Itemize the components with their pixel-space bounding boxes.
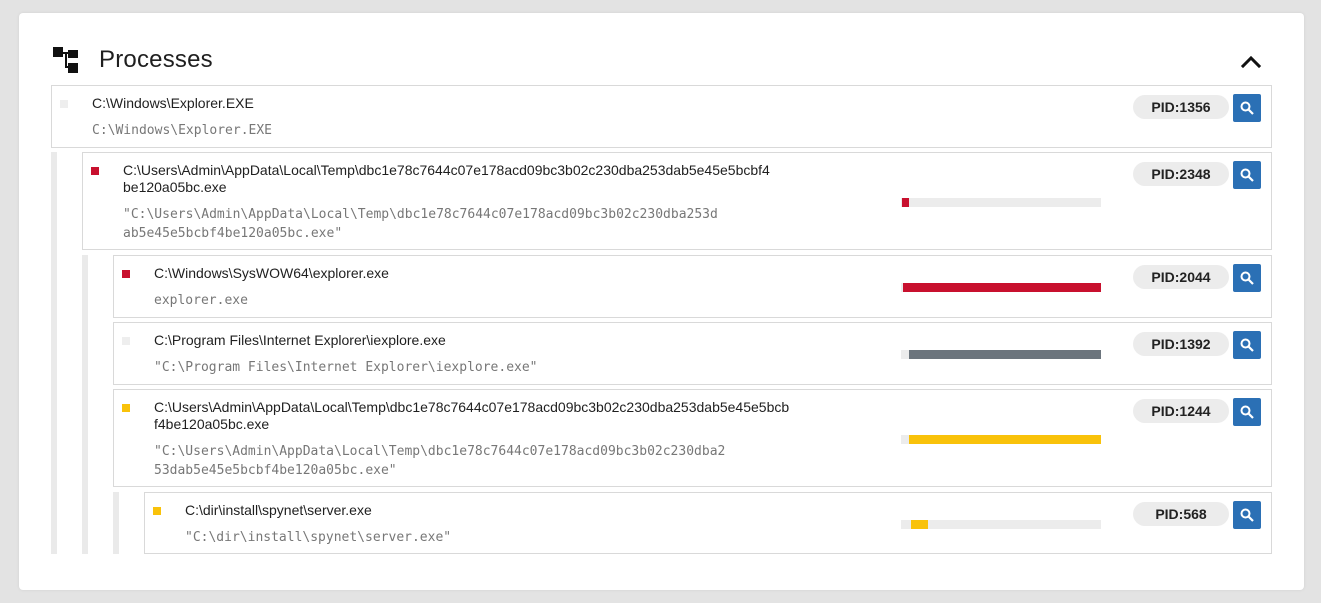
pid-badge: PID:1392 (1133, 332, 1229, 356)
tree-guide (51, 152, 57, 554)
usage-bar-fill (909, 350, 1101, 359)
process-row[interactable]: C:\Windows\SysWOW64\explorer.exe explore… (113, 255, 1272, 318)
process-command: explorer.exe (154, 293, 248, 308)
process-tree-icon (53, 47, 78, 73)
process-path: C:\Users\Admin\AppData\Local\Temp\dbc1e7… (154, 399, 790, 432)
process-command: C:\Windows\Explorer.EXE (92, 123, 273, 138)
usage-bar-fill (903, 283, 1101, 292)
search-button[interactable] (1233, 264, 1261, 292)
search-icon (1240, 405, 1254, 419)
process-command: "C:\Users\Admin\AppData\Local\Temp\dbc1e… (154, 444, 726, 478)
search-icon (1240, 338, 1254, 352)
usage-bar-fill (902, 198, 909, 207)
usage-bar (901, 198, 1101, 207)
process-path: C:\Windows\Explorer.EXE (92, 95, 254, 111)
status-indicator (122, 270, 130, 278)
usage-bar (901, 283, 1101, 292)
process-row[interactable]: C:\dir\install\spynet\server.exe "C:\dir… (144, 492, 1272, 554)
pid-badge: PID:2044 (1133, 265, 1229, 289)
process-row[interactable]: C:\Users\Admin\AppData\Local\Temp\dbc1e7… (82, 152, 1272, 250)
search-icon (1240, 168, 1254, 182)
usage-bar (901, 435, 1101, 444)
tree-guide (113, 492, 119, 554)
process-row[interactable]: C:\Program Files\Internet Explorer\iexpl… (113, 322, 1272, 385)
processes-card: Processes C:\Windows\Explorer.EXE C:\Win… (19, 13, 1304, 590)
usage-bar-fill (911, 520, 928, 529)
search-icon (1240, 271, 1254, 285)
search-button[interactable] (1233, 94, 1261, 122)
usage-bar-fill (909, 435, 1101, 444)
status-indicator (153, 507, 161, 515)
process-row[interactable]: C:\Users\Admin\AppData\Local\Temp\dbc1e7… (113, 389, 1272, 487)
status-indicator (122, 337, 130, 345)
pid-badge: PID:1356 (1133, 95, 1229, 119)
process-path: C:\Windows\SysWOW64\explorer.exe (154, 265, 389, 281)
status-indicator (60, 100, 68, 108)
section-title: Processes (99, 46, 213, 73)
process-command: "C:\dir\install\spynet\server.exe" (185, 530, 452, 545)
search-button[interactable] (1233, 501, 1261, 529)
usage-bar (901, 520, 1101, 529)
status-indicator (91, 167, 99, 175)
status-indicator (122, 404, 130, 412)
pid-badge: PID:2348 (1133, 162, 1229, 186)
search-icon (1240, 101, 1254, 115)
process-path: C:\Program Files\Internet Explorer\iexpl… (154, 332, 446, 348)
process-row[interactable]: C:\Windows\Explorer.EXE C:\Windows\Explo… (51, 85, 1272, 148)
search-icon (1240, 508, 1254, 522)
search-button[interactable] (1233, 161, 1261, 189)
pid-badge: PID:568 (1133, 502, 1229, 526)
process-path: C:\dir\install\spynet\server.exe (185, 502, 372, 518)
process-path: C:\Users\Admin\AppData\Local\Temp\dbc1e7… (123, 162, 770, 195)
process-command: "C:\Program Files\Internet Explorer\iexp… (154, 360, 538, 375)
search-button[interactable] (1233, 331, 1261, 359)
process-command: "C:\Users\Admin\AppData\Local\Temp\dbc1e… (123, 207, 718, 241)
section-header: Processes (19, 13, 1304, 85)
usage-bar (901, 350, 1101, 359)
search-button[interactable] (1233, 398, 1261, 426)
tree-guide (82, 255, 88, 554)
pid-badge: PID:1244 (1133, 399, 1229, 423)
chevron-up-icon[interactable] (1239, 49, 1263, 73)
